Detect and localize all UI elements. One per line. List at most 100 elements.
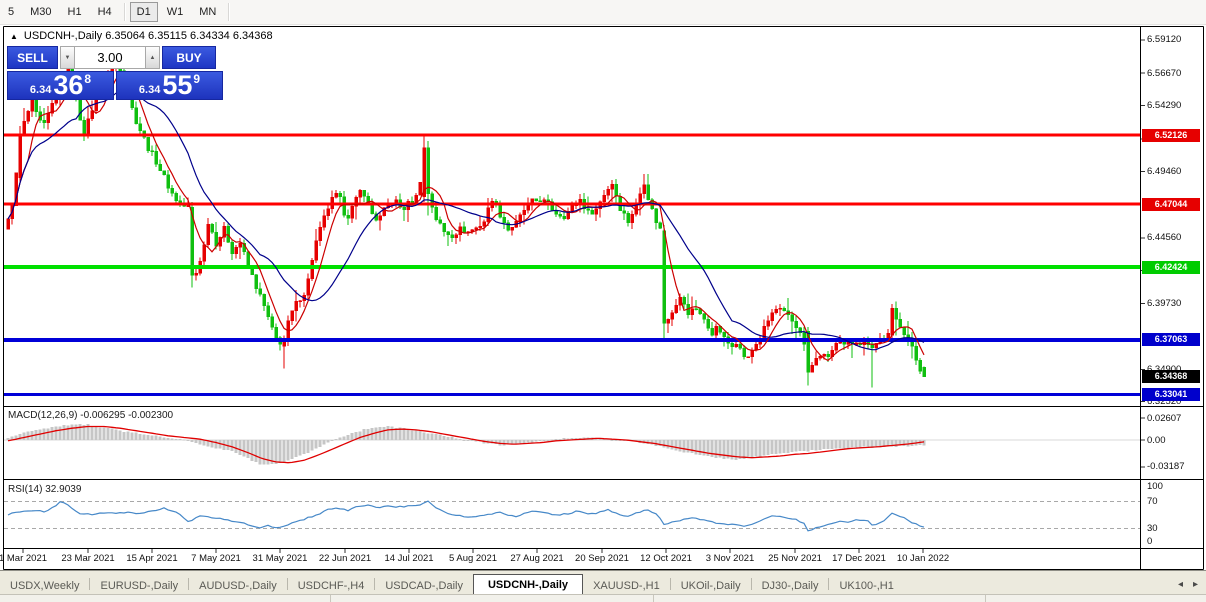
sell-button[interactable]: SELL [7,46,58,69]
candle [78,98,82,121]
candle [614,183,618,197]
candle [770,312,774,321]
date-label: 5 Aug 2021 [448,553,498,564]
candle [90,110,94,120]
buy-button[interactable]: BUY [162,46,216,69]
candle [734,343,738,347]
candle [166,174,170,189]
candle [750,350,754,357]
tab-scroll-right-icon[interactable]: ▸ [1193,579,1198,590]
spinner-down-icon: ▼ [64,54,71,61]
candle [518,214,522,222]
candle [810,364,814,373]
candle [722,332,726,338]
status-strip-separator [653,595,654,602]
price-tag-6.34368[interactable]: 6.34368 [1142,370,1200,384]
candle [714,325,718,336]
sell-price-panel[interactable]: 6.34 36 8 [7,71,114,100]
status-strip [0,594,1206,602]
candle [46,112,50,124]
candle [238,243,242,248]
one-click-collapse-icon[interactable]: ▲ [10,32,18,41]
tab-audusd--daily[interactable]: AUDUSD-,Daily [189,576,287,595]
candle [86,118,90,134]
candle [274,326,278,339]
candle [586,208,590,211]
candle [638,193,642,204]
candle [314,240,318,261]
tab-scroll-arrows: ◂ ▸ [1178,579,1198,590]
volume-input[interactable]: 3.00 [75,46,145,69]
candle [606,189,610,196]
price-tag-6.37063[interactable]: 6.37063 [1142,333,1200,347]
price-tag-6.33041[interactable]: 6.33041 [1142,388,1200,402]
candle [646,184,650,201]
date-label: 31 May 2021 [252,553,308,564]
volume-decrease-button[interactable]: ▼ [60,46,75,69]
tab-usdx-weekly[interactable]: USDX,Weekly [0,576,89,595]
candle [146,136,150,151]
candle [434,207,438,220]
tab-eurusd--daily[interactable]: EURUSD-,Daily [90,576,188,595]
candle [654,208,658,224]
candle [206,223,210,246]
candle [350,206,354,219]
candle [570,205,574,212]
status-strip-separator [330,595,331,602]
candle [150,150,154,152]
candle [602,194,606,202]
candle [318,226,322,242]
candle [558,214,562,217]
candle [774,309,778,314]
tab-scroll-left-icon[interactable]: ◂ [1178,579,1183,590]
macd-tick-0.00: 0.00 [1147,434,1166,446]
candle [378,215,382,221]
candle [674,305,678,313]
candle [894,307,898,320]
candle [234,247,238,255]
candle [502,217,506,223]
candle [170,187,174,194]
candle [174,193,178,201]
candle [746,356,750,358]
candle [922,367,926,377]
candle [358,189,362,198]
candle [18,133,22,178]
candle [402,207,406,211]
price-tag-6.52126[interactable]: 6.52126 [1142,128,1200,142]
candle [310,260,314,279]
candle [790,314,794,322]
candle [34,99,38,112]
rsi-tick-0: 0 [1147,535,1153,547]
candle [766,320,770,327]
price-tick-6.39730: 6.39730 [1147,298,1182,310]
candle [794,321,798,329]
price-tag-6.47044[interactable]: 6.47044 [1142,197,1200,211]
candle [818,356,822,359]
candle [610,183,614,190]
sell-price-prefix: 6.34 [29,84,52,96]
tab-xauusd--h1[interactable]: XAUUSD-,H1 [583,576,670,595]
macd-name: MACD(12,26,9) [8,410,78,421]
tab-ukoil--daily[interactable]: UKOil-,Daily [671,576,751,595]
date-label: 15 Apr 2021 [126,553,178,564]
candle [246,251,250,267]
candle [346,215,350,219]
candle [42,119,46,124]
candle [186,205,190,208]
rsi-tick-70: 70 [1147,496,1158,507]
candle [134,107,138,125]
ma-fast-line [7,73,925,362]
candle [562,215,566,220]
candle [542,199,546,202]
tab-usdcad--daily[interactable]: USDCAD-,Daily [375,576,473,595]
candle [918,360,922,372]
tab-dj30--daily[interactable]: DJ30-,Daily [752,576,829,595]
price-tag-6.42424[interactable]: 6.42424 [1142,260,1200,274]
candle [486,207,490,223]
volume-increase-button[interactable]: ▲ [145,46,160,69]
tab-uk100--h1[interactable]: UK100-,H1 [829,576,903,595]
buy-price-panel[interactable]: 6.34 55 9 [116,71,223,100]
tab-usdchf--h4[interactable]: USDCHF-,H4 [288,576,375,595]
tab-usdcnh--daily[interactable]: USDCNH-,Daily [472,574,584,595]
